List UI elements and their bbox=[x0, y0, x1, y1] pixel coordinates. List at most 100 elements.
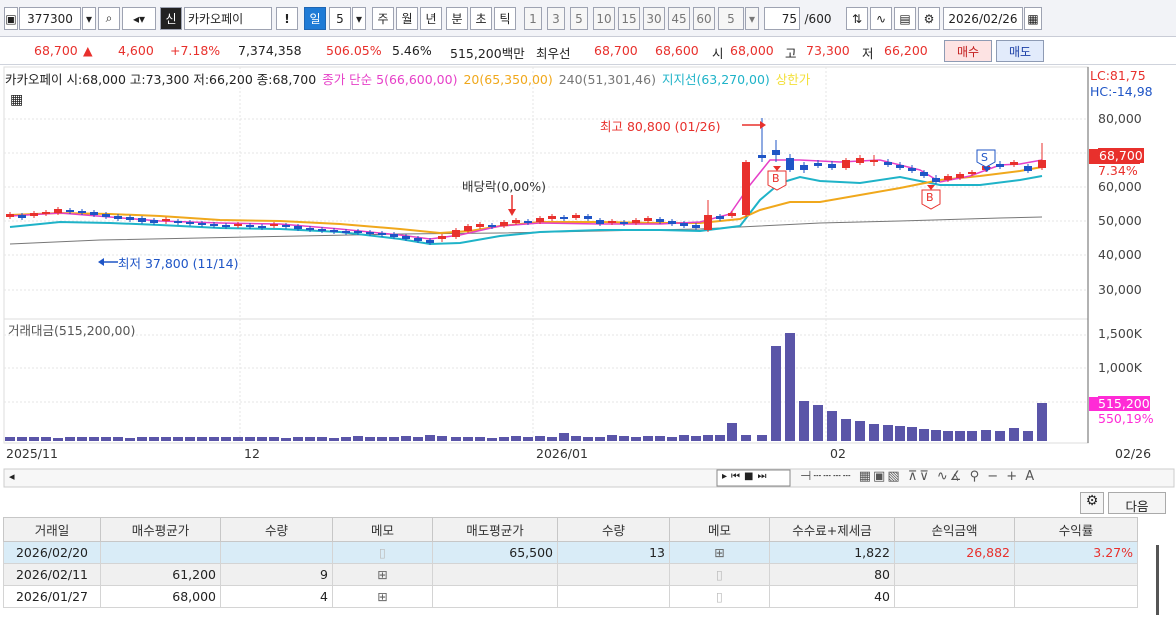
candle bbox=[608, 221, 616, 223]
next-button[interactable]: 다음 bbox=[1108, 492, 1166, 514]
cell-date: 2026/02/11 bbox=[3, 563, 101, 586]
volume-bar bbox=[209, 437, 219, 441]
current-pct-tag: 7.34% bbox=[1098, 163, 1138, 178]
price-change: 4,600 bbox=[118, 43, 154, 58]
period-month[interactable]: 월 bbox=[396, 7, 418, 30]
min-45[interactable]: 45 bbox=[668, 7, 690, 30]
period-day-count[interactable]: 5 bbox=[329, 7, 351, 30]
memo-empty-icon[interactable]: ▯ bbox=[669, 563, 770, 586]
warning-icon[interactable]: ! bbox=[276, 7, 298, 30]
scroll-left-icon[interactable]: ◂ bbox=[9, 470, 15, 483]
min-3[interactable]: 3 bbox=[547, 7, 565, 30]
volume-bar bbox=[137, 437, 147, 441]
candle bbox=[956, 174, 964, 178]
period-week[interactable]: 주 bbox=[372, 7, 394, 30]
candle bbox=[1010, 162, 1018, 165]
settings-gear-icon[interactable]: ⚙ bbox=[1080, 492, 1104, 514]
volume-bar bbox=[89, 437, 99, 441]
candle bbox=[162, 219, 170, 221]
min-5[interactable]: 5 bbox=[570, 7, 588, 30]
code-dropdown-icon[interactable]: ▾ bbox=[82, 7, 96, 30]
min-30[interactable]: 30 bbox=[643, 7, 665, 30]
col-return: 수익률 bbox=[1014, 517, 1138, 542]
period-tick[interactable]: 틱 bbox=[494, 7, 516, 30]
stock-code-input[interactable]: 377300 bbox=[19, 7, 81, 30]
save-icon[interactable]: ▤ bbox=[894, 7, 916, 30]
volume-bar bbox=[931, 430, 941, 441]
volume-bar bbox=[173, 437, 183, 441]
period-day[interactable]: 일 bbox=[304, 7, 326, 30]
table-row[interactable]: 2026/01/27 68,000 4 ⊞ ▯ 40 bbox=[3, 585, 1138, 608]
min-1[interactable]: 1 bbox=[524, 7, 542, 30]
count-input[interactable]: 75 bbox=[764, 7, 800, 30]
indicator-icon[interactable]: ∿ bbox=[870, 7, 892, 30]
volume-bar bbox=[269, 437, 279, 441]
buy-marker-1[interactable]: B bbox=[772, 172, 780, 185]
search-icon[interactable]: ⌕ bbox=[98, 7, 120, 30]
table-row[interactable]: 2026/02/11 61,200 9 ⊞ ▯ 80 bbox=[3, 563, 1138, 586]
gear-icon[interactable]: ⚙ bbox=[918, 7, 940, 30]
legend-ma5[interactable]: 종가 단순 5(66,600,00) bbox=[322, 72, 457, 87]
period-dropdown-icon[interactable]: ▾ bbox=[352, 7, 366, 30]
playback-controls[interactable]: ▸⏮■⏭ bbox=[722, 471, 770, 482]
volume-bar bbox=[919, 429, 929, 441]
sell-button[interactable]: 매도 bbox=[996, 40, 1044, 62]
volume-bar bbox=[855, 421, 865, 441]
memo-icon[interactable]: ⊞ bbox=[332, 585, 433, 608]
candle bbox=[584, 216, 592, 219]
min-dropdown-icon[interactable]: ▾ bbox=[745, 7, 759, 30]
min-60[interactable]: 60 bbox=[693, 7, 715, 30]
cell-pnl: 26,882 bbox=[894, 541, 1015, 564]
drawing-tools[interactable]: ⊣┄┄┄┄ ▦▣▧ ⊼⊽ ∿∡ ⚲ − + A bbox=[800, 469, 1036, 484]
volume-bar bbox=[1009, 428, 1019, 441]
volume-bar bbox=[715, 435, 725, 441]
calendar-icon[interactable]: ▦ bbox=[1024, 7, 1042, 30]
table-row[interactable]: 2026/02/20 ▯ 65,500 13 ⊞ 1,822 26,882 3.… bbox=[3, 541, 1138, 564]
buy-button[interactable]: 매수 bbox=[944, 40, 992, 62]
memo-empty-icon[interactable]: ▯ bbox=[669, 585, 770, 608]
period-second[interactable]: 초 bbox=[470, 7, 492, 30]
volume-bar bbox=[995, 431, 1005, 441]
candle bbox=[908, 168, 916, 171]
min-15[interactable]: 15 bbox=[618, 7, 640, 30]
date-input[interactable]: 2026/02/26 bbox=[943, 7, 1023, 30]
legend-upper[interactable]: 상한가 bbox=[776, 72, 811, 87]
memo-empty-icon[interactable]: ▯ bbox=[332, 541, 433, 564]
price-tick: 30,000 bbox=[1098, 282, 1142, 297]
compare-icon[interactable]: ⇅ bbox=[846, 7, 868, 30]
volume-bar bbox=[883, 425, 893, 441]
candle bbox=[870, 160, 878, 162]
buy-marker-2[interactable]: B bbox=[926, 191, 934, 204]
volume-bar bbox=[547, 437, 557, 441]
volume-bar bbox=[981, 430, 991, 441]
change-percent: +7.18% bbox=[170, 43, 221, 58]
volume-bar bbox=[221, 437, 231, 441]
volume-bar bbox=[943, 431, 953, 441]
volume-bar bbox=[499, 437, 509, 441]
candle bbox=[786, 158, 794, 170]
table-toggle-icon[interactable]: ▦ bbox=[10, 92, 23, 108]
volume-bar bbox=[365, 437, 375, 441]
sell-marker[interactable]: S bbox=[981, 151, 988, 164]
cell-sell-avg bbox=[432, 563, 558, 586]
memo-icon[interactable]: ⊞ bbox=[669, 541, 770, 564]
min-10[interactable]: 10 bbox=[593, 7, 615, 30]
cell-pnl bbox=[894, 585, 1015, 608]
period-minute[interactable]: 분 bbox=[446, 7, 468, 30]
panel-icon[interactable]: ▣ bbox=[4, 7, 18, 30]
history-icon[interactable]: ◂▾ bbox=[122, 7, 156, 30]
legend-support[interactable]: 지지선(63,270,00) bbox=[662, 72, 770, 87]
period-year[interactable]: 년 bbox=[420, 7, 442, 30]
price-tick: 40,000 bbox=[1098, 247, 1142, 262]
table-header: 거래일 매수평균가 수량 메모 매도평균가 수량 메모 수수료+제세금 손익금액… bbox=[3, 517, 1138, 542]
volume-bar bbox=[895, 426, 905, 441]
scrollbar[interactable] bbox=[1156, 545, 1159, 615]
volume-bar bbox=[185, 437, 195, 441]
legend-ma240[interactable]: 240(51,301,46) bbox=[559, 72, 656, 87]
stock-name[interactable]: 카카오페이 bbox=[184, 7, 272, 30]
min-custom[interactable]: 5 bbox=[718, 7, 744, 30]
volume-bar bbox=[101, 437, 111, 441]
legend-ma20[interactable]: 20(65,350,00) bbox=[463, 72, 552, 87]
candle bbox=[842, 160, 850, 168]
memo-icon[interactable]: ⊞ bbox=[332, 563, 433, 586]
